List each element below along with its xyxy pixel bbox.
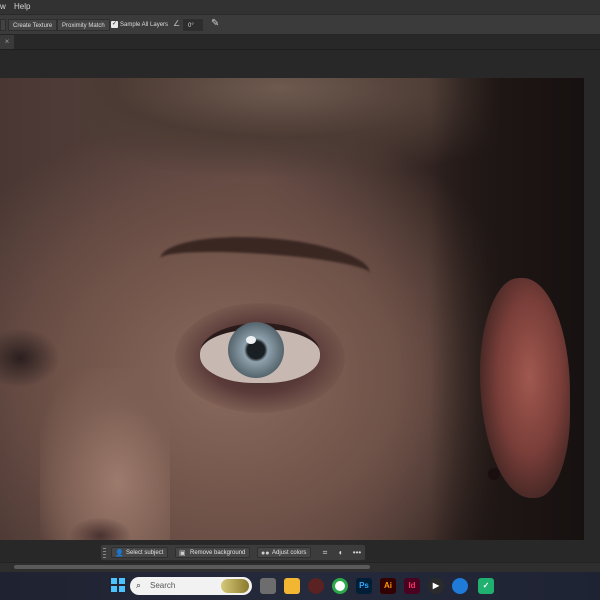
file-explorer-icon[interactable] (284, 578, 300, 594)
more-options-icon[interactable]: ••• (351, 547, 363, 558)
photoshop-icon[interactable]: Ps (356, 578, 372, 594)
mask-icon[interactable]: ◐ (335, 547, 347, 558)
eyebrow (158, 230, 372, 302)
select-subject-label: Select subject (126, 550, 164, 556)
earring (488, 468, 500, 480)
indesign-icon[interactable]: Id (404, 578, 420, 594)
illustrator-icon[interactable]: Ai (380, 578, 396, 594)
angle-field[interactable]: 0° (183, 19, 203, 31)
taskbar-search[interactable]: ⌕ Search (130, 577, 252, 595)
adjust-colors-label: Adjust colors (272, 550, 307, 556)
transform-icon[interactable]: ⌗ (319, 547, 331, 558)
drag-handle-icon[interactable] (103, 548, 106, 558)
iris (228, 322, 284, 378)
close-icon[interactable]: × (0, 35, 14, 49)
image-icon: ▣ (179, 550, 186, 557)
sample-all-layers-label: Sample All Layers (120, 22, 169, 28)
adjust-colors-icon: ●● (261, 550, 270, 557)
document-canvas[interactable] (0, 78, 584, 540)
proximity-match-button[interactable]: Proximity Match (57, 19, 110, 31)
security-shield-icon[interactable]: ✓ (478, 578, 494, 594)
remove-background-label: Remove background (190, 550, 246, 556)
windows-taskbar: ⌕ Search Ps Ai Id ▶ ✓ (0, 572, 600, 600)
menu-help[interactable]: Help (14, 0, 30, 14)
tool-options-bar: Create Texture Proximity Match ✓ Sample … (0, 14, 600, 35)
edge-icon[interactable] (452, 578, 468, 594)
search-icon: ⌕ (136, 580, 142, 590)
menu-bar: w Help (0, 0, 600, 14)
search-placeholder: Search (150, 581, 176, 590)
adjust-colors-button[interactable]: ●● Adjust colors (257, 547, 312, 558)
chrome-icon[interactable] (332, 578, 348, 594)
option-button-partial[interactable] (0, 19, 6, 31)
pen-pressure-icon[interactable]: ✎ (211, 18, 219, 29)
person-icon: 👤 (115, 550, 124, 557)
eye-catchlight (246, 336, 256, 344)
angle-icon: ∠ (173, 19, 181, 28)
contextual-task-bar: 👤 Select subject ▣ Remove background ●● … (100, 544, 366, 561)
search-highlight-icon (221, 579, 249, 593)
checkbox-checked-icon[interactable]: ✓ (111, 21, 118, 28)
windows-start-icon[interactable] (110, 578, 126, 594)
horizontal-scrollbar[interactable] (14, 565, 370, 569)
app-icon-red[interactable] (308, 578, 324, 594)
remove-background-button[interactable]: ▣ Remove background (175, 547, 251, 558)
menu-view[interactable]: w (0, 0, 6, 14)
media-player-icon[interactable]: ▶ (428, 578, 444, 594)
nose-region (40, 368, 170, 540)
select-subject-button[interactable]: 👤 Select subject (111, 547, 169, 558)
create-texture-button[interactable]: Create Texture (8, 19, 58, 31)
document-tab-bar: × (0, 35, 600, 50)
task-view-icon[interactable] (260, 578, 276, 594)
